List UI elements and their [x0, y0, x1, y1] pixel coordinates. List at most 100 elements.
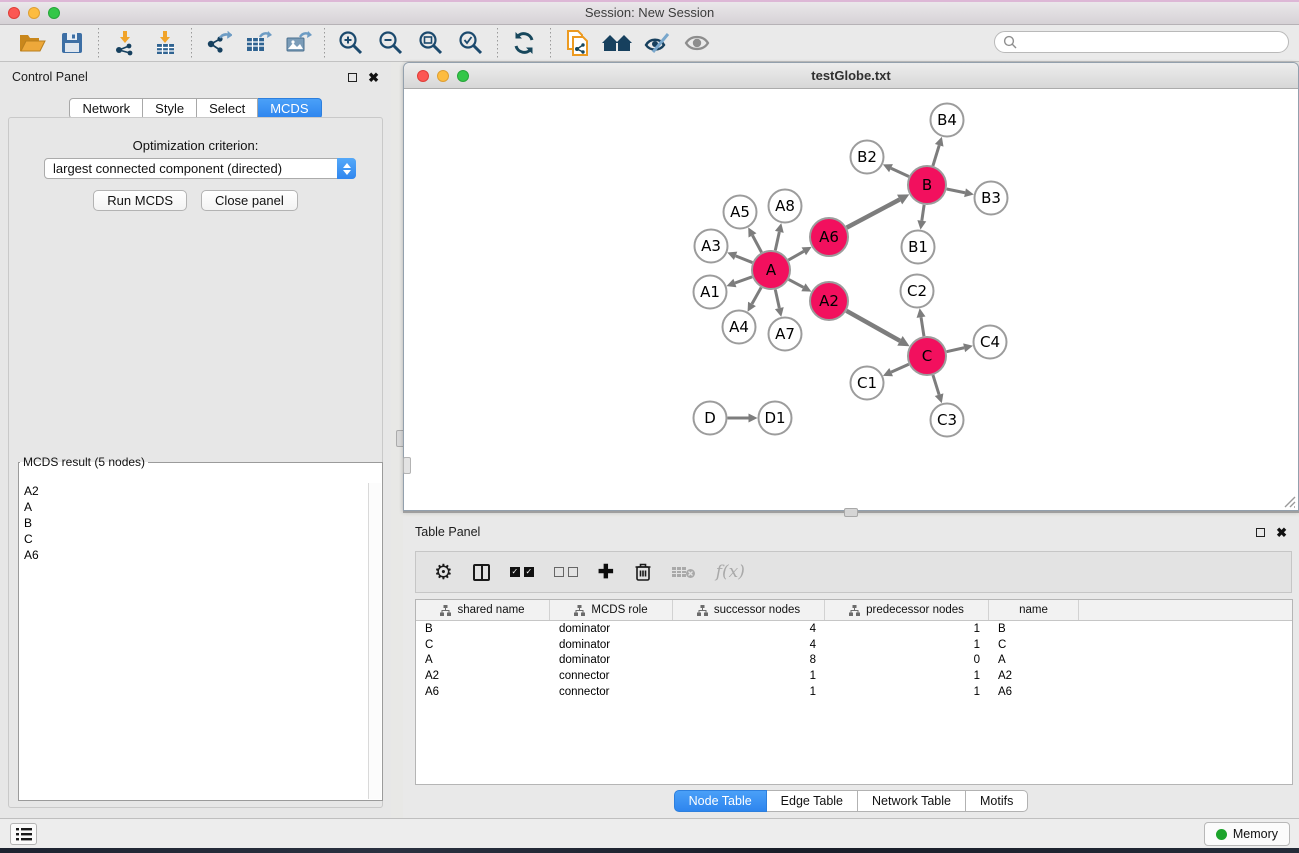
graph-node-B4[interactable]: B4	[931, 104, 964, 137]
refresh-button[interactable]	[504, 27, 544, 59]
remove-table-button[interactable]	[672, 565, 696, 579]
column-header-name[interactable]: name	[989, 600, 1079, 620]
tab-motifs[interactable]: Motifs	[966, 790, 1028, 812]
tab-edge-table[interactable]: Edge Table	[767, 790, 858, 812]
tab-mcds[interactable]: MCDS	[258, 98, 321, 119]
column-header-shared-name[interactable]: shared name	[416, 600, 550, 620]
edge-A-A1[interactable]	[735, 277, 752, 283]
select-all-button[interactable]: ✓✓	[510, 567, 534, 577]
float-panel-icon[interactable]	[1256, 528, 1265, 537]
tab-select[interactable]: Select	[197, 98, 258, 119]
column-header-MCDS-role[interactable]: MCDS role	[550, 600, 673, 620]
graph-node-A7[interactable]: A7	[769, 318, 802, 351]
close-panel-icon[interactable]: ✖	[368, 71, 379, 84]
zoom-selected-button[interactable]	[451, 27, 491, 59]
edge-C-C3[interactable]	[933, 375, 939, 395]
edge-A-A8[interactable]	[775, 232, 779, 251]
column-header-predecessor-nodes[interactable]: predecessor nodes	[825, 600, 989, 620]
graph-node-A3[interactable]: A3	[695, 230, 728, 263]
graph-node-A4[interactable]: A4	[723, 311, 756, 344]
export-image-button[interactable]	[278, 27, 318, 59]
graph-node-B2[interactable]: B2	[851, 141, 884, 174]
graph-node-D[interactable]: D	[694, 402, 727, 435]
graph-node-C3[interactable]: C3	[931, 404, 964, 437]
graph-node-A1[interactable]: A1	[694, 276, 727, 309]
edge-A-A3[interactable]	[736, 256, 753, 263]
table-settings-button[interactable]: ⚙	[434, 562, 453, 583]
graph-node-A2[interactable]: A2	[810, 282, 848, 320]
graph-node-B1[interactable]: B1	[902, 231, 935, 264]
graph-node-C4[interactable]: C4	[974, 326, 1007, 359]
edge-A6-B[interactable]	[847, 200, 900, 228]
zoom-fit-button[interactable]	[411, 27, 451, 59]
edge-A-A4[interactable]	[752, 287, 761, 303]
import-network-button[interactable]	[105, 27, 145, 59]
graph-node-C2[interactable]: C2	[901, 275, 934, 308]
edge-A-A7[interactable]	[775, 290, 779, 309]
edge-A2-C[interactable]	[846, 311, 900, 341]
edge-A-A6[interactable]	[788, 251, 803, 260]
edge-C-C4[interactable]	[947, 348, 965, 352]
task-history-button[interactable]	[10, 823, 37, 845]
criterion-dropdown[interactable]: largest connected component (directed)	[44, 158, 356, 179]
graph-node-A6[interactable]: A6	[810, 218, 848, 256]
graph-node-B3[interactable]: B3	[975, 182, 1008, 215]
resize-grip-icon[interactable]	[1282, 494, 1296, 508]
column-header-successor-nodes[interactable]: successor nodes	[673, 600, 825, 620]
edge-B-B1[interactable]	[922, 205, 924, 221]
close-panel-button[interactable]: Close panel	[201, 190, 298, 211]
tab-network[interactable]: Network	[69, 98, 143, 119]
graph-node-C[interactable]: C	[908, 337, 946, 375]
result-item[interactable]: B	[20, 515, 368, 531]
horizontal-splitter-grip[interactable]	[844, 508, 858, 517]
tab-node-table[interactable]: Node Table	[674, 790, 767, 812]
graph-node-A5[interactable]: A5	[724, 196, 757, 229]
result-item[interactable]: A6	[20, 547, 368, 563]
result-scrollbar[interactable]	[368, 483, 381, 799]
duplicate-network-button[interactable]	[557, 27, 597, 59]
show-details-button[interactable]	[677, 27, 717, 59]
add-column-button[interactable]: ✚	[598, 563, 614, 582]
edge-A-A5[interactable]	[752, 235, 761, 252]
result-item[interactable]: A2	[20, 483, 368, 499]
edge-B-B3[interactable]	[947, 189, 965, 193]
run-mcds-button[interactable]: Run MCDS	[93, 190, 187, 211]
import-table-button[interactable]	[145, 27, 185, 59]
graph-node-B[interactable]: B	[908, 166, 946, 204]
export-network-button[interactable]	[198, 27, 238, 59]
edge-A-A2[interactable]	[789, 279, 804, 287]
table-row[interactable]: Bdominator41B	[416, 621, 1292, 637]
graph-node-A8[interactable]: A8	[769, 190, 802, 223]
close-panel-icon[interactable]: ✖	[1276, 526, 1287, 539]
save-session-button[interactable]	[52, 27, 92, 59]
network-canvas[interactable]: B4B2BB3A5A8A6B1A3AC2A1A2A4A7C4CC1C3DD1	[404, 89, 1298, 510]
home-layout-button[interactable]	[597, 27, 637, 59]
edge-C-C1[interactable]	[891, 364, 909, 372]
memory-button[interactable]: Memory	[1204, 822, 1290, 846]
open-file-button[interactable]	[12, 27, 52, 59]
zoom-out-button[interactable]	[371, 27, 411, 59]
edge-B-B4[interactable]	[933, 145, 939, 166]
table-row[interactable]: Cdominator41C	[416, 637, 1292, 653]
tab-network-table[interactable]: Network Table	[858, 790, 966, 812]
table-row[interactable]: A6connector11A6	[416, 684, 1292, 700]
tab-style[interactable]: Style	[143, 98, 197, 119]
search-input[interactable]	[1022, 35, 1280, 49]
result-item[interactable]: C	[20, 531, 368, 547]
graph-node-D1[interactable]: D1	[759, 402, 792, 435]
edge-C-C2[interactable]	[921, 317, 924, 336]
delete-column-button[interactable]	[634, 562, 652, 582]
function-builder-button[interactable]: f(x)	[716, 562, 745, 582]
result-item[interactable]: A	[20, 499, 368, 515]
hide-details-button[interactable]	[637, 27, 677, 59]
table-row[interactable]: Adominator80A	[416, 652, 1292, 668]
edge-B-B2[interactable]	[891, 168, 909, 176]
table-row[interactable]: A2connector11A2	[416, 668, 1292, 684]
search-field[interactable]	[994, 31, 1289, 53]
split-view-button[interactable]	[473, 564, 490, 581]
float-panel-icon[interactable]	[348, 73, 357, 82]
graph-node-C1[interactable]: C1	[851, 367, 884, 400]
zoom-in-button[interactable]	[331, 27, 371, 59]
export-table-button[interactable]	[238, 27, 278, 59]
deselect-all-button[interactable]	[554, 567, 578, 577]
